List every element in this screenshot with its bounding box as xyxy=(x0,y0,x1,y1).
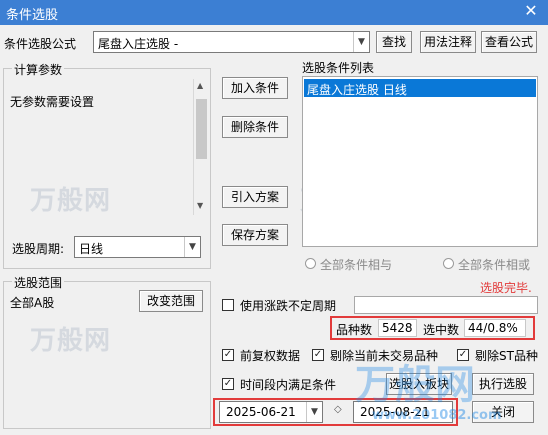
variable-period-input[interactable] xyxy=(354,296,538,314)
stock-scope-group: 选股范围 全部A股 改变范围 xyxy=(3,274,211,429)
find-button[interactable]: 查找 xyxy=(376,31,412,53)
radio-all-and-label: 全部条件相与 xyxy=(320,258,393,272)
view-formula-button[interactable]: 查看公式 xyxy=(481,31,537,53)
change-scope-button[interactable]: 改变范围 xyxy=(139,290,203,312)
time-range-checkbox[interactable]: ✓ xyxy=(222,378,234,390)
status-text: 选股完毕. xyxy=(480,281,532,295)
stock-scope-title: 选股范围 xyxy=(12,274,65,291)
period-combo[interactable]: 日线 ▼ xyxy=(74,236,201,258)
scope-value: 全部A股 xyxy=(10,296,55,310)
selected-label: 选中数 xyxy=(423,323,460,337)
close-icon[interactable]: ✕ xyxy=(522,2,540,20)
variable-period-label: 使用涨跌不定周期 xyxy=(240,299,337,313)
exclude-untraded-checkbox[interactable]: ✓ xyxy=(312,349,324,361)
period-label: 选股周期: xyxy=(12,242,65,256)
chevron-down-icon[interactable]: ▼ xyxy=(197,201,203,210)
selected-field: 44/0.8% xyxy=(464,319,526,337)
pre-adjust-checkbox[interactable]: ✓ xyxy=(222,349,234,361)
pre-adjust-label: 前复权数据 xyxy=(240,349,301,363)
usage-notes-button[interactable]: 用法注释 xyxy=(420,31,476,53)
add-condition-button[interactable]: 加入条件 xyxy=(222,77,288,99)
conditions-list-title: 选股条件列表 xyxy=(302,61,375,75)
run-selection-button[interactable]: 执行选股 xyxy=(472,373,534,395)
condition-stock-picker-window: 万般网 万般网 万般网 条件选股 ✕ 条件选股公式 尾盘入庄选股 - ▼ 查找 … xyxy=(0,0,548,435)
date-range-separator-icon: ◇ xyxy=(334,404,342,415)
formula-combo-value: 尾盘入庄选股 - xyxy=(98,37,179,51)
chevron-up-icon[interactable]: ▲ xyxy=(197,81,203,90)
title-bar: 条件选股 ✕ xyxy=(0,0,548,25)
chevron-down-icon[interactable]: ▼ xyxy=(184,237,200,257)
radio-all-or-label: 全部条件相或 xyxy=(458,258,531,272)
calc-params-title: 计算参数 xyxy=(12,61,65,78)
formula-combo[interactable]: 尾盘入庄选股 - ▼ xyxy=(93,31,370,53)
watermark-url: www.201082.com xyxy=(372,408,502,423)
calc-params-group: 计算参数 无参数需要设置 ▲ ▼ 选股周期: 日线 ▼ xyxy=(3,61,211,269)
save-plan-button[interactable]: 保存方案 xyxy=(222,224,288,246)
window-title: 条件选股 xyxy=(6,8,59,23)
start-date-picker[interactable]: 2025-06-21 ▼ xyxy=(219,401,323,423)
formula-label: 条件选股公式 xyxy=(4,37,77,51)
chevron-down-icon[interactable]: ▼ xyxy=(306,402,322,422)
radio-all-or[interactable] xyxy=(443,258,454,269)
params-text: 无参数需要设置 xyxy=(10,95,95,109)
conditions-list[interactable]: 尾盘入庄选股 日线 xyxy=(302,76,538,247)
period-value: 日线 xyxy=(79,242,104,256)
watermark-brand: 万般网 xyxy=(355,362,475,408)
count-field: 5428 xyxy=(378,319,417,337)
time-range-label: 时间段内满足条件 xyxy=(240,378,337,392)
params-scrollbar[interactable]: ▲ ▼ xyxy=(193,79,209,215)
chevron-down-icon[interactable]: ▼ xyxy=(353,32,369,52)
delete-condition-button[interactable]: 删除条件 xyxy=(222,116,288,138)
scrollbar-thumb[interactable] xyxy=(196,99,207,159)
exclude-st-label: 剔除ST品种 xyxy=(475,349,538,363)
radio-all-and[interactable] xyxy=(305,258,316,269)
variable-period-checkbox[interactable] xyxy=(222,299,234,311)
list-item[interactable]: 尾盘入庄选股 日线 xyxy=(304,79,536,97)
count-label: 品种数 xyxy=(336,323,373,337)
import-plan-button[interactable]: 引入方案 xyxy=(222,186,288,208)
